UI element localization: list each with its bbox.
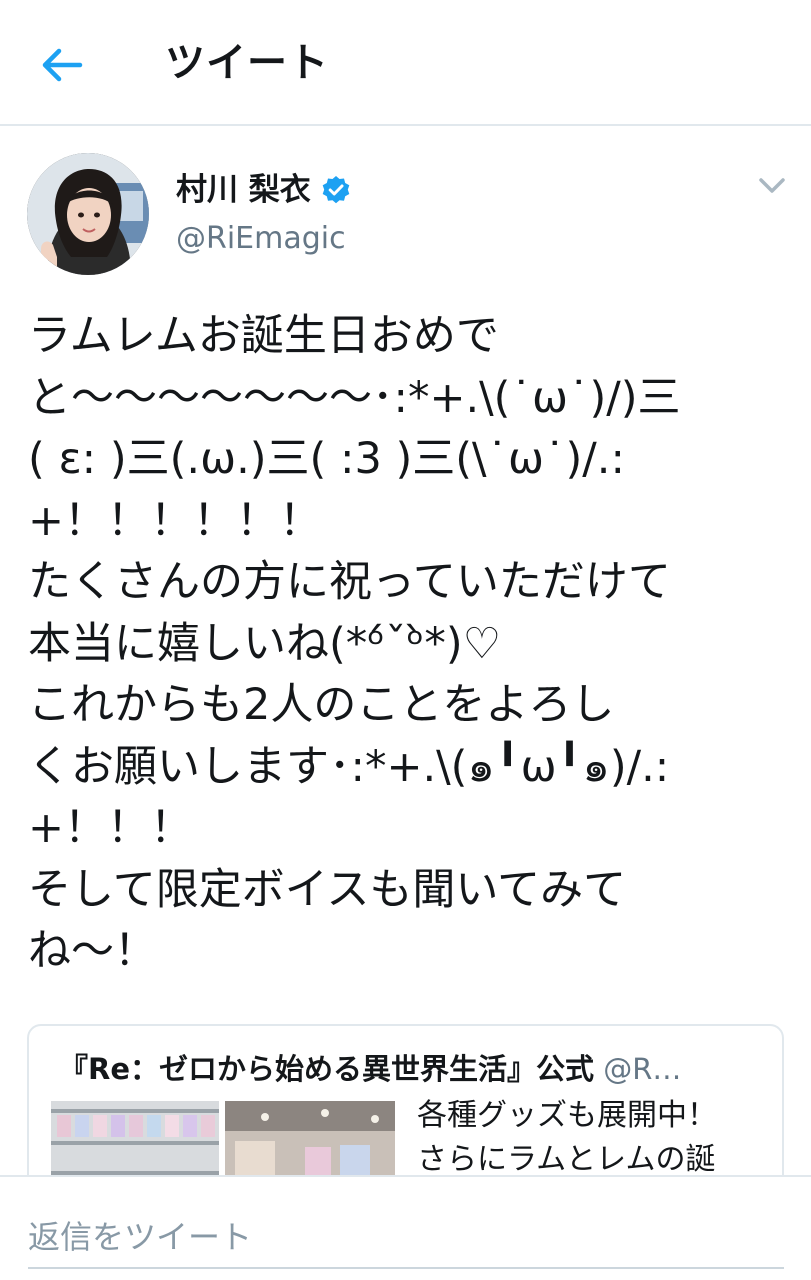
- card-description-line: 各種グッズも展開中！: [417, 1098, 717, 1133]
- tweet-line: +！！！: [28, 803, 194, 853]
- card-title: 『Re：ゼロから始める異世界生活』公式 @R…: [59, 1048, 759, 1090]
- card-description: 各種グッズも展開中！ さらにラムとレムの誕: [417, 1094, 772, 1182]
- reply-input[interactable]: [28, 1207, 784, 1269]
- tweet-line: ね〜！: [28, 926, 157, 976]
- chevron-down-icon: [759, 178, 785, 193]
- avatar[interactable]: [27, 153, 149, 275]
- author-name[interactable]: 村川 梨衣: [176, 168, 351, 212]
- reply-bar: [0, 1175, 811, 1280]
- arrow-left-icon: [42, 48, 83, 82]
- tweet-line: と〜〜〜〜〜〜〜･:*+.\(˙ω˙)/)三: [28, 372, 681, 423]
- top-bar: ツイート: [0, 0, 811, 126]
- card-title-text: 『Re：ゼロから始める異世界生活』公式: [59, 1052, 594, 1086]
- tweet-line: 本当に嬉しいね(*ᵒ́ˇᵒ̀*)♡: [28, 618, 502, 669]
- tweet-text: ラムレムお誕生日おめで と〜〜〜〜〜〜〜･:*+.\(˙ω˙)/)三 ( ε: …: [28, 306, 788, 983]
- verified-badge-icon: [322, 176, 350, 204]
- tweet-line: これからも2人のことをよろし: [28, 680, 615, 730]
- tweet-line: ( ε: )三(.ω.)三( :3 )三(\˙ω˙)/.:: [28, 434, 625, 484]
- avatar-image: [27, 153, 149, 275]
- page-title: ツイート: [165, 40, 329, 86]
- tweet-line: たくさんの方に祝っていただけて: [28, 557, 671, 607]
- author-name-text: 村川 梨衣: [176, 172, 311, 208]
- card-handle: @R…: [603, 1052, 682, 1086]
- tweet-menu-button[interactable]: [750, 170, 794, 204]
- tweet-line: そして限定ボイスも聞いてみて: [28, 864, 627, 915]
- tweet-line: くお願いします･:*+.\(๑╹ω╹๑)/.:: [28, 741, 670, 792]
- back-button[interactable]: [30, 38, 94, 92]
- tweet-line: ラムレムお誕生日おめで: [28, 311, 499, 361]
- author-handle[interactable]: @RiEmagic: [176, 218, 346, 260]
- tweet-line: +！！！！！！: [28, 495, 323, 546]
